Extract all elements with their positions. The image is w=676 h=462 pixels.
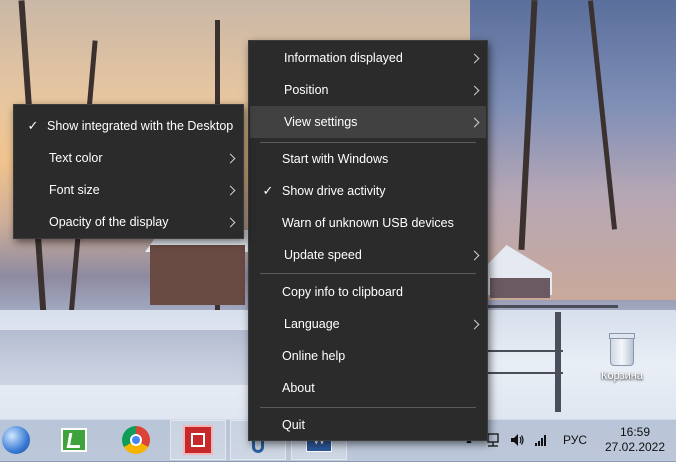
menu-item-label: Copy info to clipboard (282, 285, 403, 299)
menu-item-label: Text color (49, 151, 103, 165)
chevron-right-icon (469, 319, 480, 329)
main-context-menu: Information displayed Position View sett… (248, 40, 488, 441)
checkmark-icon: ✓ (262, 183, 274, 198)
menu-item-show-drive-activity[interactable]: ✓ Show drive activity (250, 175, 486, 207)
menu-item-label: Update speed (284, 248, 362, 262)
clock-date: 27.02.2022 (604, 440, 666, 454)
tray-language-indicator[interactable]: РУС (558, 420, 592, 460)
submenu-item-text-color[interactable]: Text color (15, 142, 242, 174)
wallpaper-barn (150, 245, 245, 305)
language-label: РУС (562, 433, 588, 447)
checkmark-icon: ✓ (27, 118, 39, 133)
chevron-right-icon (469, 85, 480, 95)
menu-item-update-speed[interactable]: Update speed (250, 239, 486, 271)
chevron-right-icon (469, 250, 480, 260)
menu-item-quit[interactable]: Quit (250, 409, 486, 441)
network-globe-icon (2, 426, 30, 454)
tray-volume-icon[interactable] (507, 420, 527, 460)
recycle-bin-icon (609, 333, 635, 366)
chevron-right-icon (469, 53, 480, 63)
red-app-icon (183, 425, 213, 455)
clock-time: 16:59 (619, 425, 651, 439)
chevron-right-icon (225, 185, 236, 195)
menu-item-label: Information displayed (284, 51, 403, 65)
submenu-item-show-integrated[interactable]: ✓ Show integrated with the Desktop (15, 110, 242, 142)
chevron-right-icon (225, 153, 236, 163)
menu-item-start-with-windows[interactable]: Start with Windows (250, 143, 486, 175)
menu-item-label: Online help (282, 349, 346, 363)
menu-item-label: Opacity of the display (49, 215, 169, 229)
chrome-icon (122, 426, 150, 454)
menu-item-warn-unknown-usb[interactable]: Warn of unknown USB devices (250, 207, 486, 239)
menu-separator (260, 273, 476, 274)
wallpaper-fence (488, 372, 563, 374)
menu-item-label: Show integrated with the Desktop (47, 119, 234, 133)
speaker-icon (511, 434, 524, 446)
submenu-item-opacity[interactable]: Opacity of the display (15, 206, 242, 238)
view-settings-submenu: ✓ Show integrated with the Desktop Text … (13, 104, 244, 239)
menu-item-online-help[interactable]: Online help (250, 340, 486, 372)
tray-signal-icon[interactable] (531, 420, 551, 460)
menu-item-label: Show drive activity (282, 184, 386, 198)
menu-item-copy-info[interactable]: Copy info to clipboard (250, 276, 486, 308)
recycle-bin-desktop-icon[interactable]: Корзина (592, 333, 652, 390)
menu-item-label: Position (284, 83, 329, 97)
menu-item-label: View settings (284, 115, 358, 129)
menu-item-label: About (282, 381, 315, 395)
menu-item-position[interactable]: Position (250, 74, 486, 106)
menu-item-label: Language (284, 317, 340, 331)
submenu-item-font-size[interactable]: Font size (15, 174, 242, 206)
menu-item-label: Font size (49, 183, 100, 197)
taskbar-app-green[interactable] (46, 420, 102, 460)
wallpaper-house-wall (490, 278, 550, 298)
taskbar-app-network[interactable] (0, 420, 44, 460)
menu-item-label: Start with Windows (282, 152, 389, 166)
taskbar-clock[interactable]: 16:59 27.02.2022 (600, 425, 670, 455)
wallpaper-fence (488, 305, 618, 308)
taskbar-app-red[interactable] (170, 420, 226, 460)
taskbar-app-chrome[interactable] (108, 420, 164, 460)
menu-item-label: Warn of unknown USB devices (282, 216, 454, 230)
menu-item-about[interactable]: About (250, 372, 486, 404)
chevron-right-icon (469, 117, 480, 127)
chevron-right-icon (225, 217, 236, 227)
menu-item-label: Quit (282, 418, 305, 432)
wallpaper-water (0, 330, 260, 385)
wallpaper-fence-post (555, 312, 561, 412)
recycle-bin-label: Корзина (601, 370, 643, 382)
menu-item-information-displayed[interactable]: Information displayed (250, 42, 486, 74)
wallpaper-fence (488, 350, 563, 352)
signal-bars-icon (535, 435, 546, 446)
menu-separator (260, 407, 476, 408)
menu-item-view-settings[interactable]: View settings (250, 106, 486, 138)
green-app-icon (61, 428, 87, 452)
menu-item-language[interactable]: Language (250, 308, 486, 340)
